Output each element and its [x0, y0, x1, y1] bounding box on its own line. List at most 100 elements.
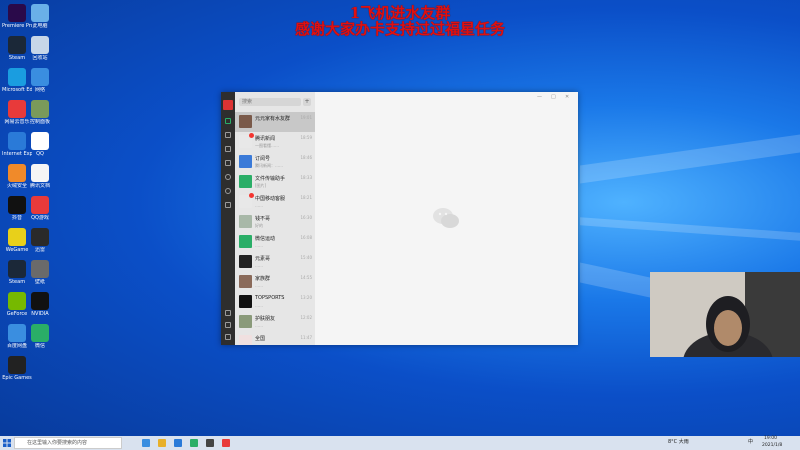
folder-icon[interactable] — [158, 439, 166, 447]
chat-list-item[interactable]: 中国移动客服…… 18:21 — [235, 192, 315, 212]
desktop-icon-label: 壁纸 — [34, 279, 45, 285]
chat-list-item[interactable]: 元元家有水友群 19:01 — [235, 112, 315, 132]
wallpaper-beam — [580, 262, 650, 298]
desktop-icon[interactable]: Epic Games — [2, 356, 32, 381]
desktop-icon[interactable]: 此电脑 — [25, 4, 55, 29]
overlay-line-2: 感谢大家办卡支持过过福星任务 — [294, 20, 505, 38]
chat-list-item[interactable]: 微信运动…… 16:08 — [235, 232, 315, 252]
search-icon[interactable] — [225, 188, 231, 194]
mobile-icon[interactable] — [225, 310, 231, 316]
chat-list: 搜索 + 元元家有水友群 19:01 腾讯新闻 一图看懂…… 18:59 订阅号 腾讯新闻：… — [235, 92, 315, 345]
close-button[interactable]: ✕ — [565, 94, 569, 100]
chat-time: 18:33 — [300, 175, 312, 180]
chat-name: 元素哥 — [255, 256, 271, 262]
search-input[interactable]: 搜索 — [239, 98, 301, 106]
desktop-icon-label: QQ — [36, 151, 44, 157]
chat-list-item[interactable]: 护肤朋友…… 12:02 — [235, 312, 315, 332]
desktop-icon-label: 迅雷 — [34, 247, 45, 253]
chat-list-item[interactable]: TOPSPORTS …… 13:20 — [235, 292, 315, 312]
wechat-nav-bar — [221, 92, 235, 345]
chat-last-message: 好的 — [255, 223, 263, 228]
wechat-icon — [31, 324, 49, 342]
chat-last-message: …… — [255, 343, 305, 345]
chat-icon[interactable] — [225, 118, 231, 124]
favorites-icon[interactable] — [225, 146, 231, 152]
desktop-icon[interactable]: 控制面板 — [25, 100, 55, 125]
chat-name: 护肤朋友 — [255, 316, 276, 322]
chat-list-item[interactable]: 文件传输助手 [图片] 18:33 — [235, 172, 315, 192]
desktop-icon-label: Epic Games — [2, 375, 32, 381]
maximize-button[interactable]: □ — [551, 94, 556, 100]
chat-list-item[interactable]: 元素哥…… 15:40 — [235, 252, 315, 272]
chat-name: 钱不哥 — [255, 216, 271, 222]
document-icon — [31, 164, 49, 182]
recycle-bin-icon — [31, 36, 49, 54]
windows-start-icon[interactable] — [3, 439, 11, 447]
wechat-window: 搜索 + 元元家有水友群 19:01 腾讯新闻 一图看懂…… 18:59 订阅号 腾讯新闻：… — [221, 92, 578, 345]
chat-list-item[interactable]: 腾讯新闻 一图看懂…… 18:59 — [235, 132, 315, 152]
chat-list-item[interactable]: 钱不哥 好的 16:30 — [235, 212, 315, 232]
chat-last-message: …… — [255, 303, 263, 308]
clock-time[interactable]: 19:00 — [764, 436, 777, 441]
steam-icon — [8, 260, 26, 278]
wechat-logo-icon — [433, 208, 459, 228]
obs-icon[interactable] — [206, 439, 214, 447]
chat-list-item[interactable]: 全国…… 11:47 — [235, 332, 315, 345]
desktop-icon[interactable]: NVIDIA — [25, 292, 55, 317]
chat-last-message: …… — [255, 203, 263, 208]
chat-time: 18:46 — [300, 155, 312, 160]
desktop-icon-label: 微信 — [34, 343, 45, 349]
desktop-icon[interactable]: QQ游戏 — [25, 196, 55, 221]
wallpaper-beam — [580, 134, 800, 184]
chat-name: 腾讯新闻 — [255, 136, 276, 142]
chat-list-item[interactable]: 订阅号 腾讯新闻：…… 18:46 — [235, 152, 315, 172]
edge-icon — [8, 68, 26, 86]
desktop: { "overlay": { "line1": "1飞机进水友群", "line… — [0, 0, 800, 450]
chat-time: 19:01 — [300, 115, 312, 120]
desktop-icon-label: NVIDIA — [31, 311, 49, 317]
moments-icon[interactable] — [225, 174, 231, 180]
ime-indicator[interactable]: 中 — [748, 438, 753, 445]
weather-text[interactable]: 8°C 大雨 — [668, 438, 689, 445]
desktop-icon[interactable]: 回收站 — [25, 36, 55, 61]
desktop-icon[interactable]: 腾讯文档 — [25, 164, 55, 189]
user-avatar[interactable] — [223, 100, 233, 110]
desktop-icon[interactable]: 迅雷 — [25, 228, 55, 253]
wallpaper-icon — [31, 260, 49, 278]
add-button[interactable]: + — [303, 98, 311, 106]
webcam-overlay — [650, 272, 800, 357]
chat-list-item[interactable]: 家族群…… 14:55 — [235, 272, 315, 292]
computer-icon — [31, 4, 49, 22]
desktop-icon[interactable]: QQ — [25, 132, 55, 157]
chat-avatar — [239, 255, 252, 268]
app-icon[interactable] — [222, 439, 230, 447]
desktop-icon[interactable]: 微信 — [25, 324, 55, 349]
control-panel-icon — [31, 100, 49, 118]
menu-icon[interactable] — [225, 334, 231, 340]
desktop-icon[interactable]: 壁纸 — [25, 260, 55, 285]
chat-name: 家族群 — [255, 276, 271, 282]
wallpaper-beam — [580, 217, 800, 241]
contacts-icon[interactable] — [225, 132, 231, 138]
mini-program-icon[interactable] — [225, 202, 231, 208]
game-icon — [31, 196, 49, 214]
chat-last-message: …… — [255, 243, 263, 248]
minimize-button[interactable]: — — [537, 94, 542, 100]
chat-last-message: [图片] — [255, 183, 267, 188]
chat-last-message: …… — [255, 263, 263, 268]
chat-avatar — [239, 155, 252, 168]
chat-avatar — [239, 275, 252, 288]
wechat-icon[interactable] — [190, 439, 198, 447]
taskbar-search-input[interactable]: 在这里输入你要搜索的内容 — [14, 437, 122, 449]
desktop-icon-label: QQ游戏 — [31, 215, 49, 221]
files-icon[interactable] — [225, 160, 231, 166]
store-icon[interactable] — [174, 439, 182, 447]
desktop-icon[interactable]: 网络 — [25, 68, 55, 93]
phone-icon[interactable] — [225, 322, 231, 328]
clock-date[interactable]: 2021/1/8 — [762, 443, 782, 448]
desktop-icon-label: 网络 — [34, 87, 45, 93]
chat-last-message: 一图看懂…… — [255, 143, 279, 148]
chat-time: 16:08 — [300, 235, 312, 240]
edge-icon[interactable] — [142, 439, 150, 447]
chat-name: TOPSPORTS — [255, 295, 285, 301]
